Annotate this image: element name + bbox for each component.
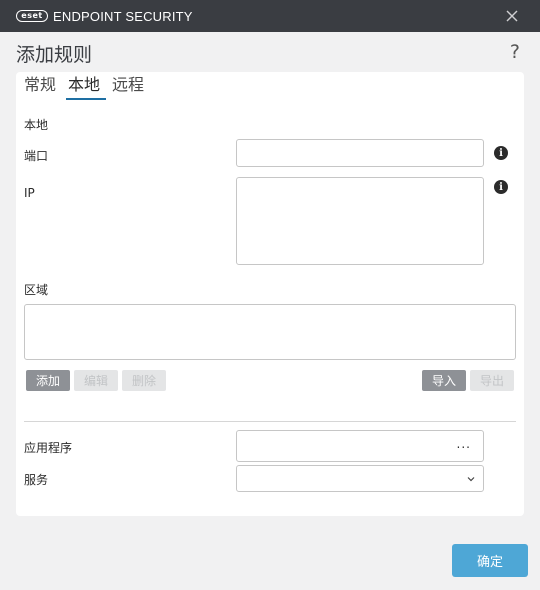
- info-icon[interactable]: i: [494, 146, 508, 160]
- logo-text: eset: [21, 11, 43, 20]
- tab-local[interactable]: 本地: [66, 74, 108, 100]
- port-label: 端口: [24, 149, 49, 163]
- ok-button[interactable]: 确定: [452, 544, 528, 577]
- title-bar: eset ENDPOINT SECURITY: [0, 0, 540, 32]
- delete-button[interactable]: 删除: [122, 370, 166, 391]
- export-button[interactable]: 导出: [470, 370, 514, 391]
- info-icon[interactable]: i: [494, 180, 508, 194]
- eset-logo: eset: [16, 10, 48, 22]
- close-icon: [506, 10, 518, 22]
- rule-panel: 常规 本地 远程 本地 端口 i IP i 区域 添加 编辑 删除 导入 导出 …: [16, 72, 524, 516]
- application-label: 应用程序: [24, 441, 73, 455]
- close-button[interactable]: [504, 8, 520, 24]
- zone-list[interactable]: [24, 304, 516, 360]
- chevron-down-icon: [467, 477, 475, 482]
- port-input[interactable]: [236, 139, 484, 167]
- local-section-title: 本地: [24, 118, 49, 132]
- tab-bar: 常规 本地 远程: [24, 74, 156, 100]
- browse-button[interactable]: ...: [457, 437, 471, 451]
- service-label: 服务: [24, 473, 49, 487]
- add-button[interactable]: 添加: [26, 370, 70, 391]
- service-select[interactable]: [236, 465, 484, 492]
- zone-label: 区域: [24, 283, 49, 297]
- ip-label: IP: [24, 186, 35, 200]
- ip-textarea[interactable]: [236, 177, 484, 265]
- tab-general[interactable]: 常规: [24, 74, 64, 99]
- application-field[interactable]: ...: [236, 430, 484, 462]
- tab-remote[interactable]: 远程: [112, 74, 152, 99]
- help-button[interactable]: ?: [510, 41, 520, 63]
- product-name: ENDPOINT SECURITY: [53, 9, 193, 24]
- edit-button[interactable]: 编辑: [74, 370, 118, 391]
- dialog-title: 添加规则: [16, 44, 93, 66]
- import-button[interactable]: 导入: [422, 370, 466, 391]
- divider: [24, 421, 516, 422]
